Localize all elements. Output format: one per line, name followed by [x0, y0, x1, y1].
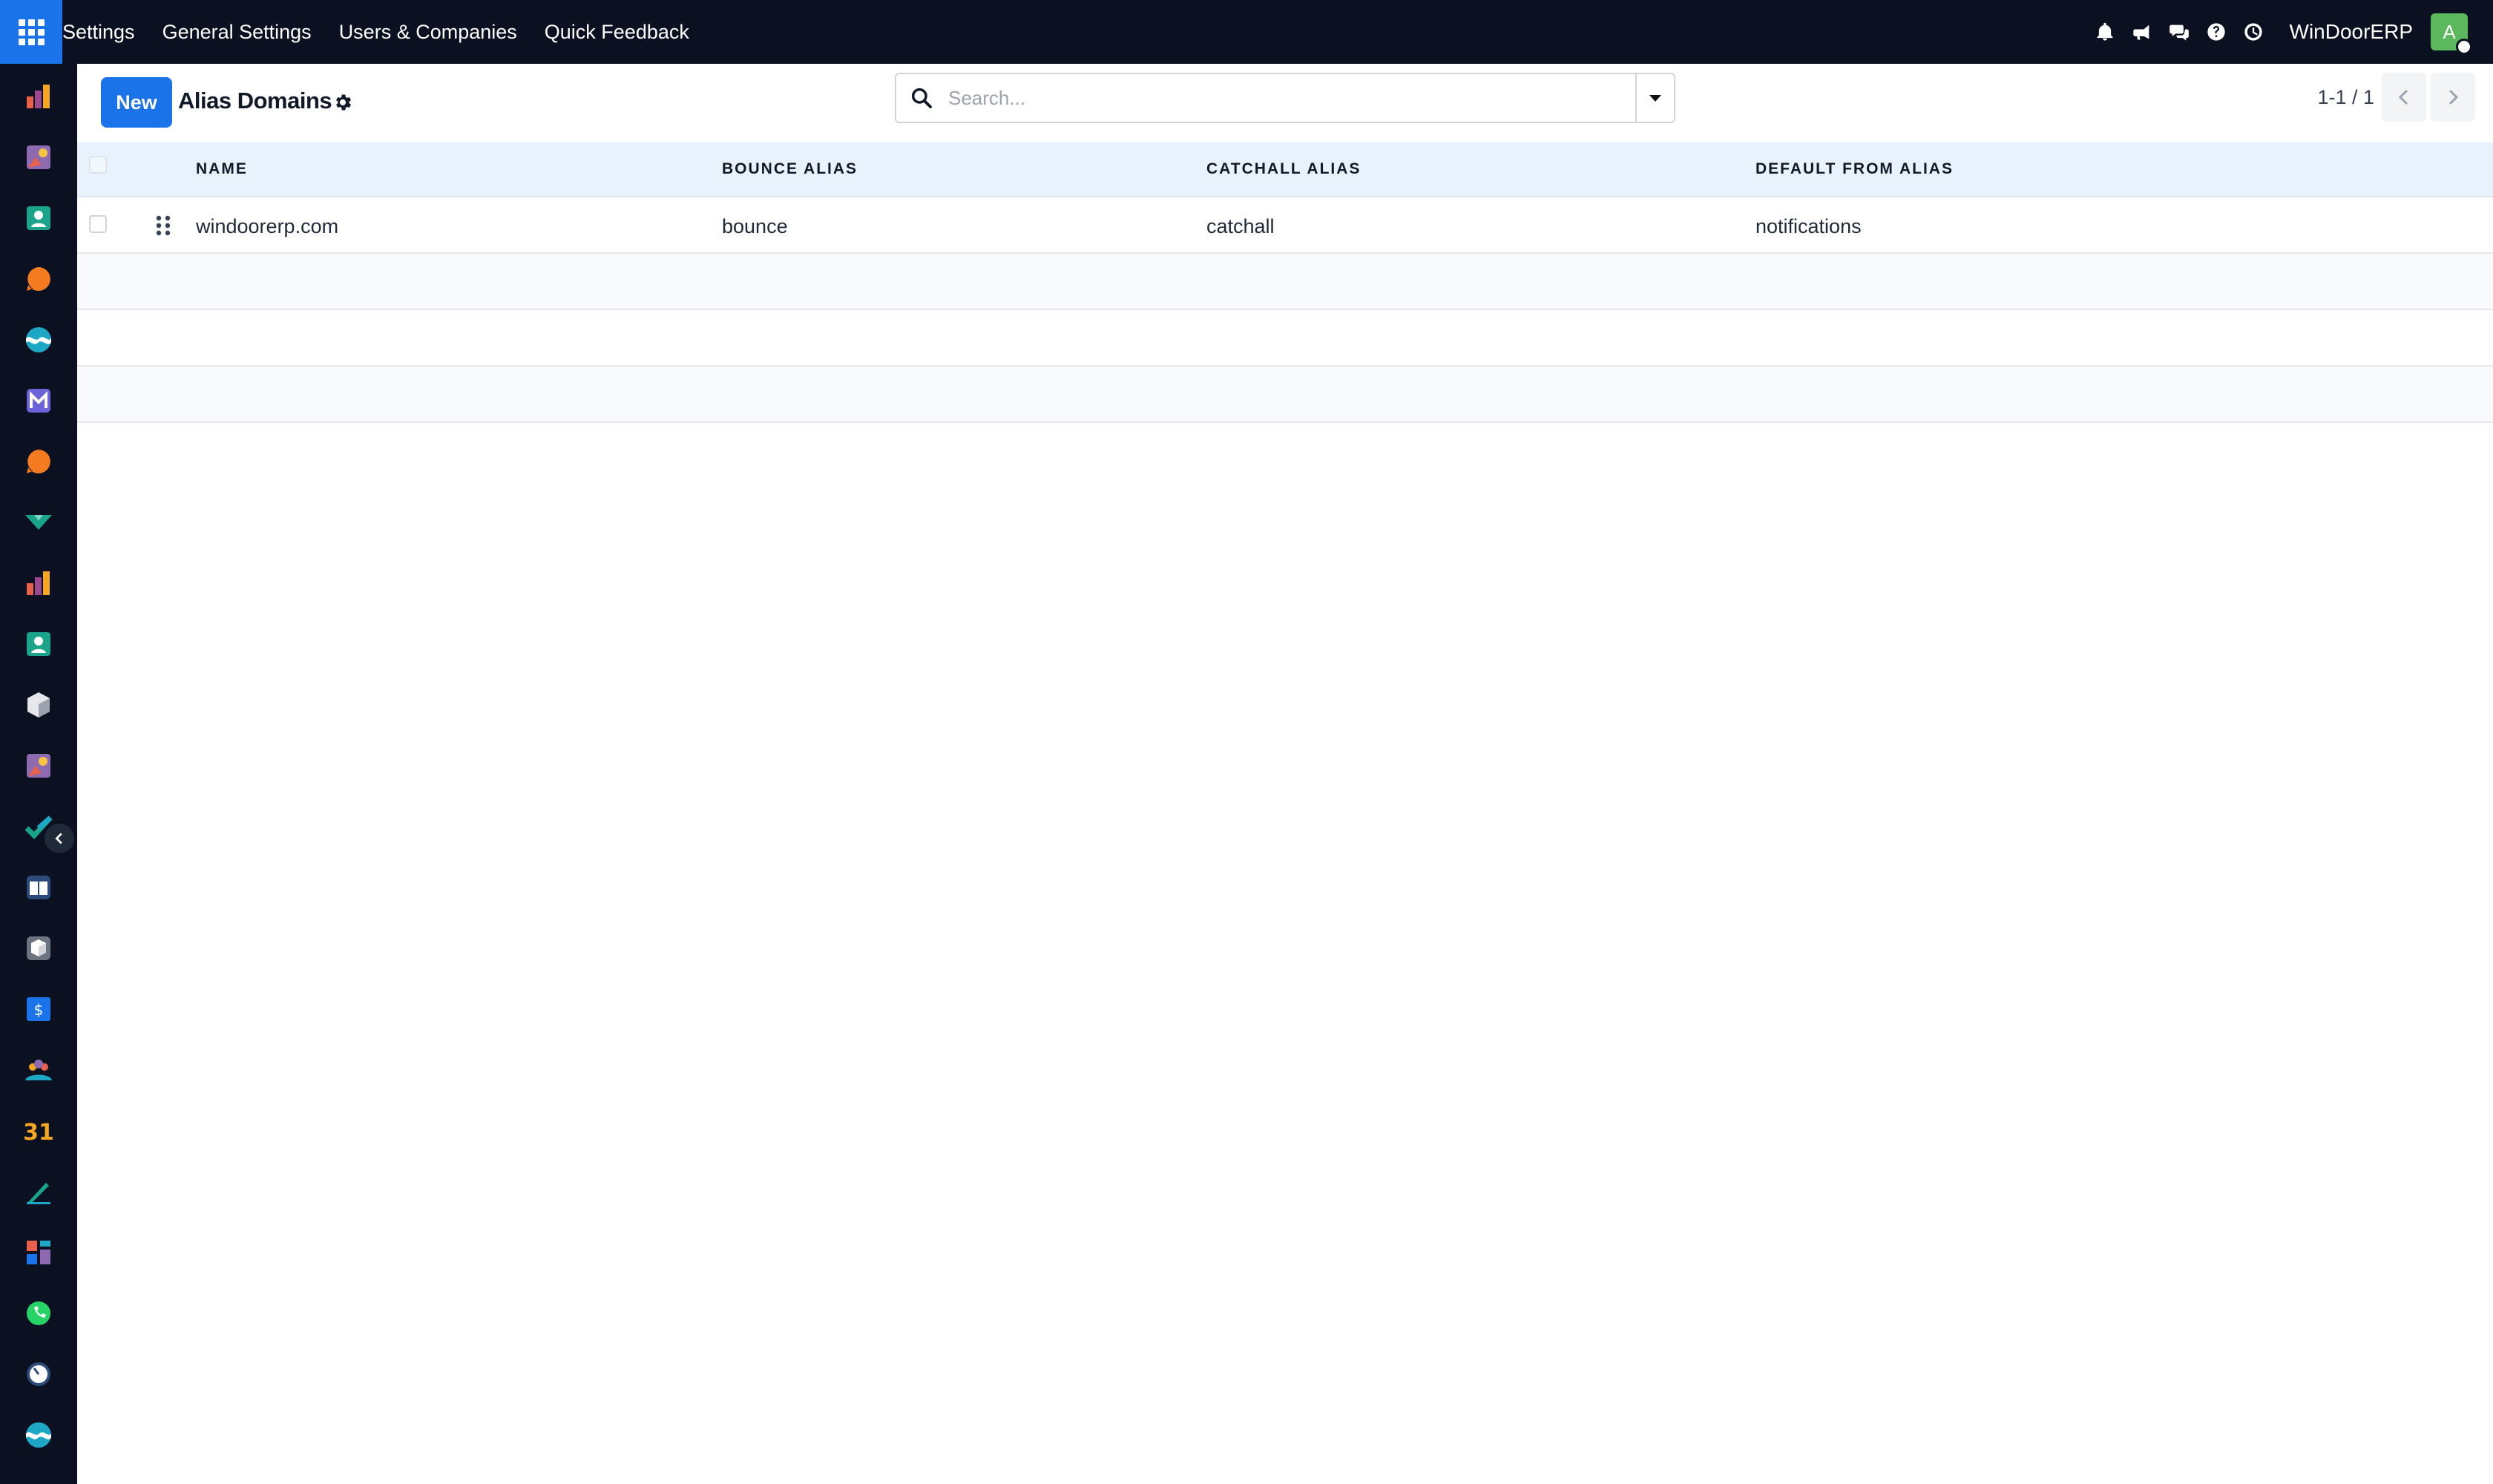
app-menu-button[interactable] [0, 0, 62, 64]
top-navbar: Settings General Settings Users & Compan… [0, 0, 2493, 64]
empty-row [77, 310, 2493, 367]
bell-icon[interactable] [2092, 19, 2118, 45]
column-header-catchall-alias[interactable]: CATCHALL ALIAS [1206, 160, 1361, 178]
team-app-icon[interactable] [22, 1054, 55, 1086]
pager-next-button[interactable] [2431, 73, 2475, 122]
studio-app-icon[interactable] [22, 749, 55, 782]
new-button[interactable]: New [101, 77, 172, 128]
search-icon[interactable] [910, 86, 933, 110]
grid-icon [18, 19, 45, 45]
calendar-app-icon[interactable]: 31 [22, 1114, 55, 1147]
search-options-toggle[interactable] [1635, 74, 1674, 122]
wave-app-icon[interactable] [22, 324, 55, 356]
systray: WinDoorERP A [2092, 0, 2472, 64]
reports-app-icon[interactable] [22, 567, 55, 600]
website-app-icon[interactable] [22, 1419, 55, 1451]
chevron-left-icon [55, 833, 62, 844]
dashboards-app-icon[interactable] [22, 1236, 55, 1269]
chevron-left-icon [2398, 89, 2408, 105]
empty-row [77, 254, 2493, 310]
page-title[interactable]: Alias Domains [178, 88, 332, 114]
cell-default-from-alias[interactable]: notifications [1755, 215, 1862, 238]
mail-app-icon[interactable] [22, 384, 55, 417]
caret-down-icon [1649, 95, 1661, 102]
analytics-app-icon[interactable] [22, 80, 55, 113]
sidebar-collapse-button[interactable] [43, 822, 76, 855]
canvas-app-icon[interactable] [22, 141, 55, 174]
menu-quick-feedback[interactable]: Quick Feedback [545, 21, 689, 44]
gear-icon[interactable] [332, 92, 353, 113]
row-checkbox[interactable] [89, 215, 107, 233]
avatar[interactable]: A [2431, 13, 2472, 55]
whatsapp-app-icon[interactable] [22, 1297, 55, 1330]
help-icon[interactable] [2204, 19, 2229, 45]
marketing-app-icon[interactable] [22, 506, 55, 539]
knowledge-app-icon[interactable] [22, 871, 55, 904]
sales-app-icon[interactable]: $ [22, 993, 55, 1025]
pager-value[interactable]: 1-1 / 1 [2317, 86, 2374, 109]
menu-settings[interactable]: Settings [62, 21, 135, 44]
svg-text:$: $ [34, 1001, 44, 1019]
sign-app-icon[interactable] [22, 1175, 55, 1208]
table-header: NAME BOUNCE ALIAS CATCHALL ALIAS DEFAULT… [77, 142, 2493, 197]
megaphone-icon[interactable] [2129, 19, 2155, 45]
contacts-app-icon[interactable] [22, 202, 55, 234]
cell-catchall-alias[interactable]: catchall [1206, 215, 1275, 238]
select-all-checkbox[interactable] [89, 156, 107, 174]
svg-text:31: 31 [24, 1120, 53, 1146]
cell-name[interactable]: windoorerp.com [196, 215, 338, 238]
clock-icon[interactable] [2241, 19, 2266, 45]
chat-icon[interactable] [2167, 19, 2192, 45]
avatar-letter: A [2443, 20, 2456, 43]
menu-general-settings[interactable]: General Settings [162, 21, 312, 44]
app-sidebar: $ 31 [0, 64, 77, 1484]
timer-app-icon[interactable] [22, 1358, 55, 1391]
employees-app-icon[interactable] [22, 628, 55, 660]
column-header-name[interactable]: NAME [196, 160, 248, 178]
top-menu: Settings General Settings Users & Compan… [62, 0, 717, 64]
search-bar [895, 73, 1675, 123]
drag-handle-icon[interactable] [154, 214, 172, 237]
inventory-app-icon[interactable] [22, 689, 55, 721]
column-header-bounce-alias[interactable]: BOUNCE ALIAS [722, 160, 858, 178]
list-table: NAME BOUNCE ALIAS CATCHALL ALIAS DEFAULT… [77, 142, 2493, 423]
column-header-default-from-alias[interactable]: DEFAULT FROM ALIAS [1755, 160, 1954, 178]
cell-bounce-alias[interactable]: bounce [722, 215, 788, 238]
control-panel: New Alias Domains 1-1 / 1 [77, 64, 2493, 142]
pager-previous-button[interactable] [2382, 73, 2426, 122]
company-name[interactable]: WinDoorERP [2290, 20, 2413, 44]
chevron-right-icon [2448, 89, 2459, 105]
table-row[interactable]: windoorerp.com bounce catchall notificat… [77, 197, 2493, 254]
package-app-icon[interactable] [22, 932, 55, 965]
empty-row [77, 367, 2493, 423]
menu-users-companies[interactable]: Users & Companies [339, 21, 517, 44]
presence-dot [2456, 39, 2472, 55]
chat-app-icon[interactable] [22, 445, 55, 478]
search-input[interactable] [948, 85, 1616, 111]
discuss-app-icon[interactable] [22, 263, 55, 295]
